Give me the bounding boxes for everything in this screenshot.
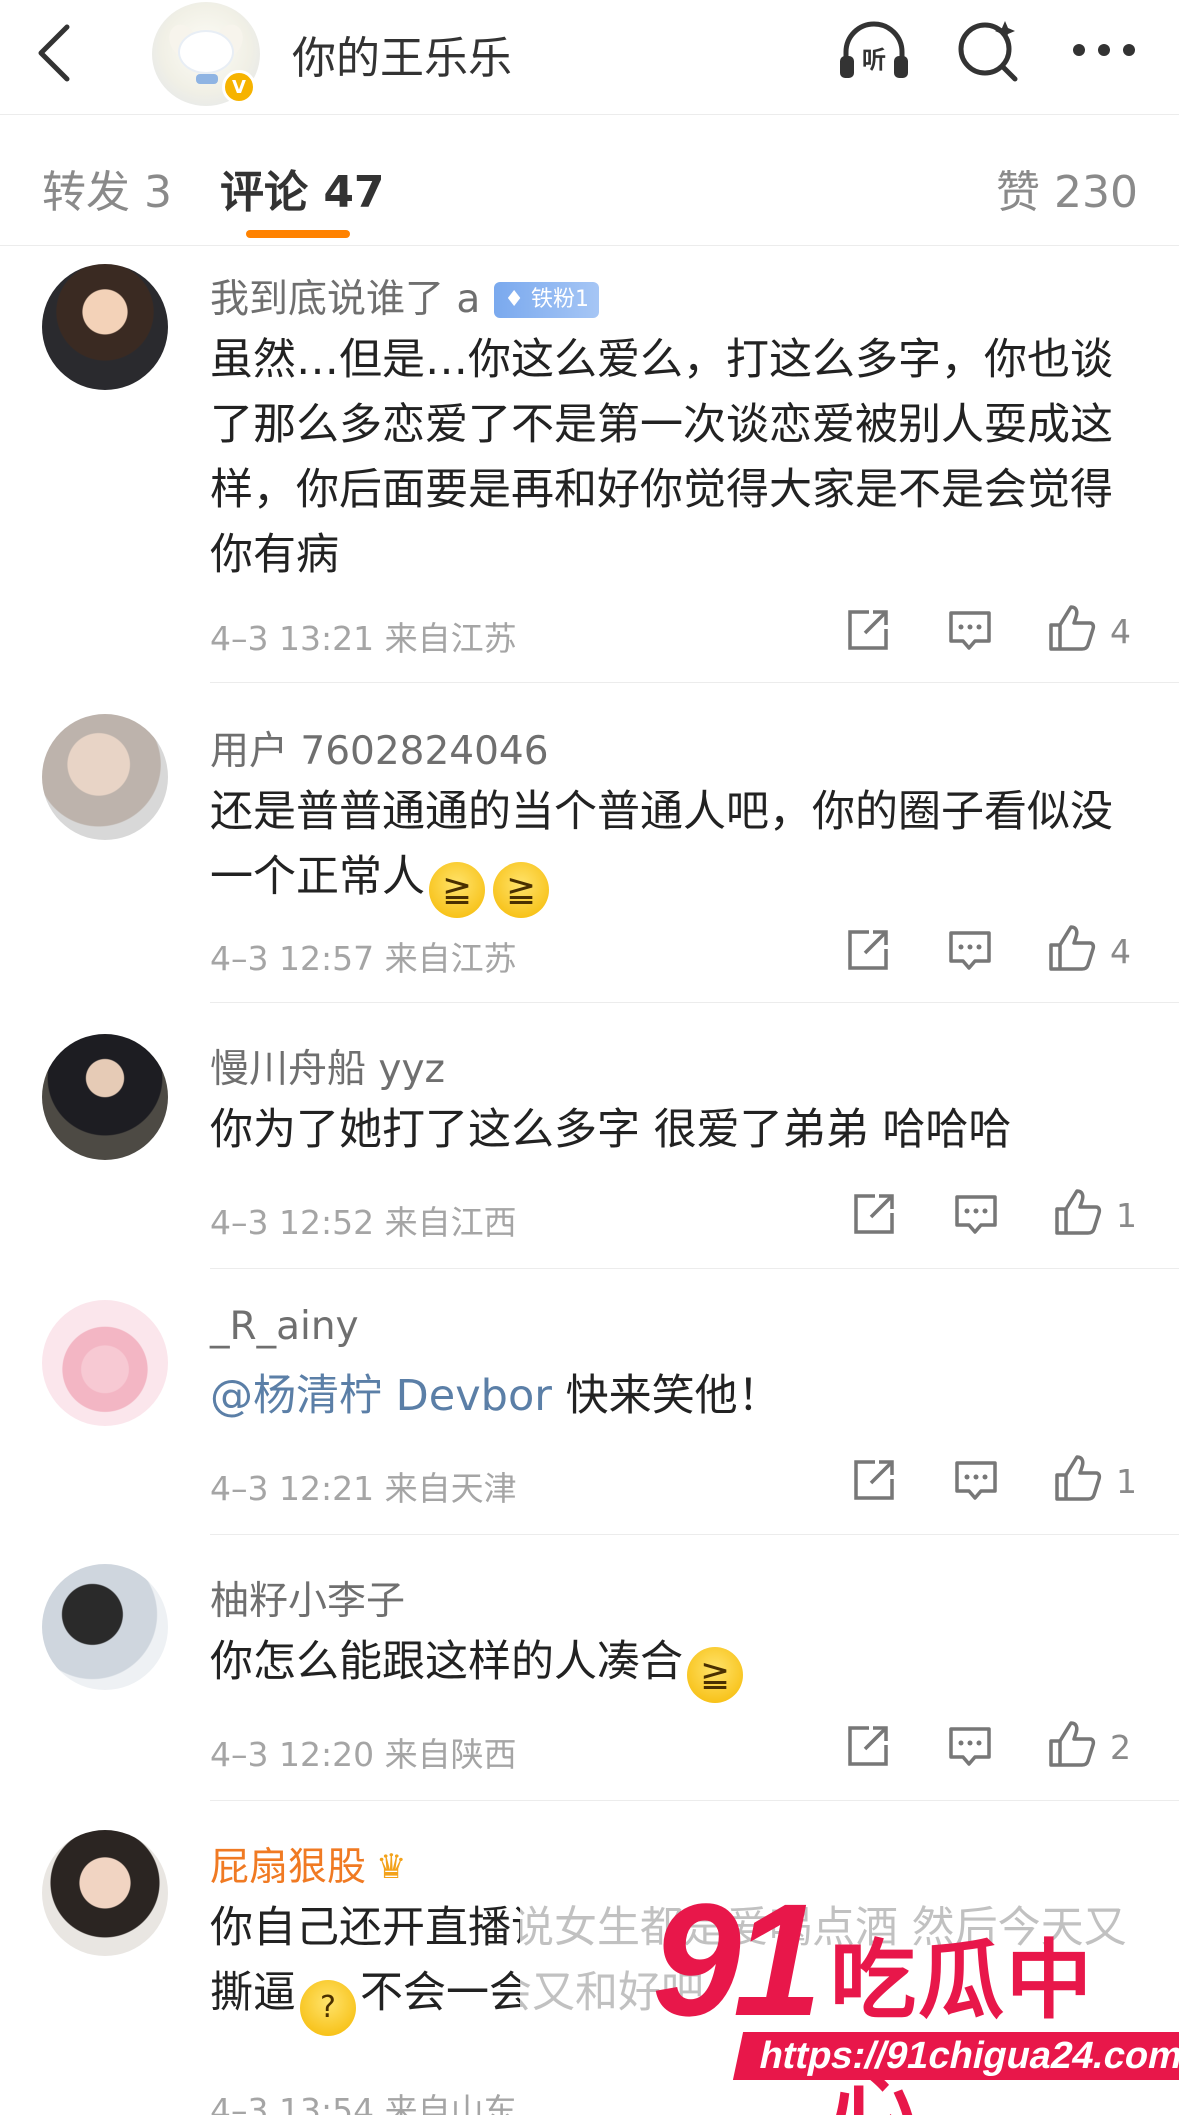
- thumbs-up-icon: [1049, 1721, 1096, 1767]
- divider: [210, 682, 1179, 683]
- verified-badge: V: [222, 70, 256, 104]
- crown-icon: ♛: [376, 1847, 407, 1887]
- comment-meta: 4–3 13:54 来自山东: [210, 2091, 517, 2115]
- comment-username[interactable]: 我到底说谁了 a ♦ 铁粉1: [210, 268, 600, 324]
- comment-username[interactable]: _R_ainy: [210, 1304, 359, 1349]
- comment-icon: [955, 1461, 997, 1500]
- share-button[interactable]: [844, 1184, 904, 1244]
- thumbs-up-icon: [1055, 1455, 1102, 1501]
- reply-button[interactable]: [940, 1716, 1000, 1776]
- reply-button[interactable]: [946, 1184, 1006, 1244]
- comment-text: 虽然…但是…你这么爱么，打这么多字，你也谈了那么多恋爱了不是第一次谈恋爱被别人耍…: [210, 335, 1113, 580]
- comment-meta: 4–3 12:20 来自陕西: [210, 1735, 517, 1774]
- share-icon: [848, 930, 888, 970]
- fan-badge: ♦ 铁粉1: [494, 282, 600, 318]
- thumbs-up-icon: [1049, 925, 1096, 971]
- like-count: 2: [1110, 1728, 1131, 1767]
- laugh-cry-emoji: ≧: [493, 862, 549, 918]
- like-button[interactable]: [1042, 1714, 1102, 1774]
- comment-meta: 4–3 13:21 来自江苏: [210, 619, 517, 658]
- more-button[interactable]: [1064, 14, 1144, 86]
- watermark-logo-number: 91: [652, 1870, 822, 2049]
- reply-button[interactable]: [946, 1450, 1006, 1510]
- tab-comments[interactable]: 评论 47: [220, 156, 385, 220]
- active-tab-indicator: [246, 230, 350, 238]
- comment-text: 你怎么能跟这样的人凑合 ≧: [210, 1630, 1140, 1703]
- share-button[interactable]: [838, 1716, 898, 1776]
- share-button[interactable]: [844, 1450, 904, 1510]
- tab-reposts[interactable]: 转发 3: [42, 156, 172, 220]
- more-icon: [1073, 44, 1135, 56]
- avatar[interactable]: [42, 1564, 168, 1690]
- divider: [210, 1800, 1179, 1801]
- thumbs-up-icon: [1049, 605, 1096, 651]
- like-count: 4: [1110, 612, 1131, 651]
- thumbs-up-icon: [1055, 1189, 1102, 1235]
- comment-meta: 4–3 12:52 来自江西: [210, 1203, 517, 1242]
- watermark-url: https://91chigua24.com: [732, 2032, 1179, 2080]
- reply-button[interactable]: [940, 600, 1000, 660]
- tab-likes[interactable]: 赞 230: [996, 156, 1138, 220]
- like-count: 1: [1116, 1196, 1137, 1235]
- share-button[interactable]: [838, 920, 898, 980]
- like-button[interactable]: [1048, 1182, 1108, 1242]
- like-count: 4: [1110, 932, 1131, 971]
- comment-icon: [955, 1195, 997, 1234]
- avatar[interactable]: [42, 714, 168, 840]
- share-icon: [854, 1460, 894, 1500]
- svg-text:听: 听: [862, 46, 886, 74]
- like-button[interactable]: [1042, 918, 1102, 978]
- like-button[interactable]: [1048, 1448, 1108, 1508]
- share-icon: [848, 1726, 888, 1766]
- listen-button[interactable]: 听: [834, 14, 914, 86]
- comment-username[interactable]: 屁扇狠股 ♛: [210, 1836, 407, 1892]
- comment-text: 还是普普通通的当个普通人吧，你的圈子看似没一个正常人 ≧ ≧: [210, 780, 1140, 918]
- avatar[interactable]: [42, 1830, 168, 1956]
- share-icon: [854, 1194, 894, 1234]
- comment-icon: [949, 931, 991, 970]
- author-name[interactable]: 你的王乐乐: [292, 22, 512, 86]
- search-icon: [958, 21, 1018, 82]
- laugh-cry-emoji: ≧: [429, 862, 485, 918]
- avatar[interactable]: [42, 1300, 168, 1426]
- divider: [210, 1534, 1179, 1535]
- comment-text: 你为了她打了这么多字 很爱了弟弟 哈哈哈: [210, 1105, 1012, 1155]
- watermark-logo-text: 吃瓜中心: [830, 1931, 1094, 2115]
- divider: [210, 1268, 1179, 1269]
- comment-meta: 4–3 12:21 来自天津: [210, 1469, 517, 1508]
- comment-icon: [949, 1727, 991, 1766]
- watermark: 91 吃瓜中心 https://91chigua24.com: [520, 1880, 1179, 2115]
- like-count: 1: [1116, 1462, 1137, 1501]
- divider: [210, 1002, 1179, 1003]
- back-icon: [38, 24, 70, 82]
- mention-link[interactable]: @杨清柠 Devbor: [210, 1371, 552, 1421]
- like-button[interactable]: [1042, 598, 1102, 658]
- search-button[interactable]: [948, 14, 1028, 86]
- comment-username[interactable]: 用户 7602824046: [210, 720, 549, 776]
- comment-meta: 4–3 12:57 来自江苏: [210, 939, 517, 978]
- top-bar: V 你的王乐乐 听: [0, 0, 1179, 115]
- share-icon: [848, 610, 888, 650]
- comment-username[interactable]: 慢川舟船 yyz: [210, 1038, 445, 1094]
- tab-bar: 转发 3 评论 47 赞 230: [0, 116, 1179, 246]
- comment-username[interactable]: 柚籽小李子: [210, 1570, 405, 1626]
- thinking-emoji: ?: [300, 1980, 356, 2036]
- laugh-cry-emoji: ≧: [687, 1647, 743, 1703]
- share-button[interactable]: [838, 600, 898, 660]
- reply-button[interactable]: [940, 920, 1000, 980]
- listen-icon: 听: [840, 21, 908, 78]
- comment-icon: [949, 611, 991, 650]
- back-button[interactable]: [28, 18, 78, 88]
- avatar[interactable]: [42, 1034, 168, 1160]
- comment-text: @杨清柠 Devbor 快来笑他！: [210, 1371, 781, 1421]
- avatar[interactable]: [42, 264, 168, 390]
